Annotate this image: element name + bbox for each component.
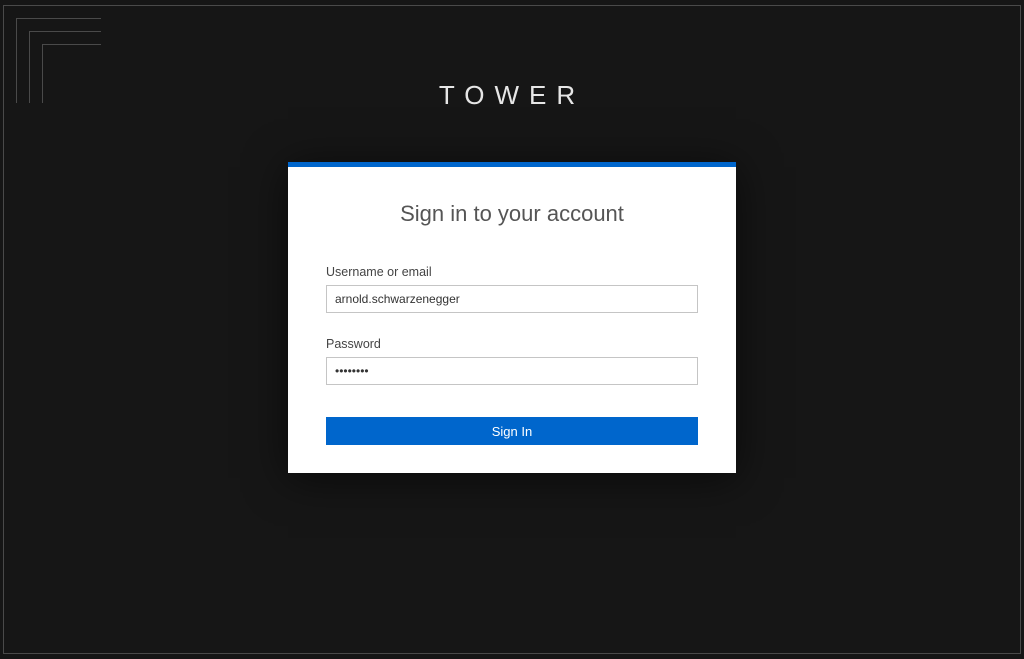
password-group: Password [326,337,698,385]
sign-in-button[interactable]: Sign In [326,417,698,445]
password-input[interactable] [326,357,698,385]
login-card: Sign in to your account Username or emai… [288,162,736,473]
username-group: Username or email [326,265,698,313]
password-label: Password [326,337,698,351]
signin-heading: Sign in to your account [326,201,698,227]
brand-title: TOWER [0,80,1024,111]
username-label: Username or email [326,265,698,279]
username-input[interactable] [326,285,698,313]
